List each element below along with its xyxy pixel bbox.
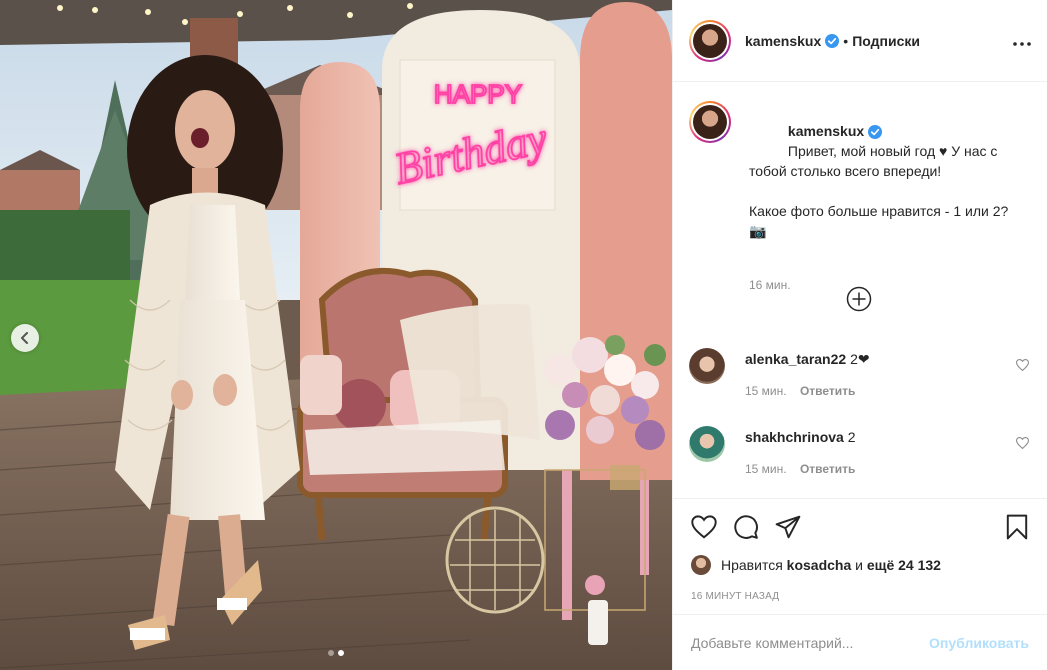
photo-scene: HAPPY Birthday [0,0,672,670]
liked-by-username[interactable]: kosadcha [787,557,852,573]
post-photo: HAPPY Birthday [0,0,672,670]
comment-like-button[interactable] [1015,436,1030,452]
action-bar [673,499,1047,555]
share-button[interactable] [775,515,801,539]
author-avatar[interactable] [689,19,731,62]
post-actions: Нравится kosadcha и ещё 24 132 16 минут … [673,498,1047,602]
comment-text: 2 [847,429,856,445]
more-icon [1013,42,1031,46]
likes-count-button[interactable]: ещё 24 132 [867,557,941,573]
author-username[interactable]: kamenskux [745,33,821,49]
load-more-comments-button[interactable] [846,286,872,312]
verified-badge-icon [825,33,840,48]
reply-button[interactable]: Ответить [800,384,855,398]
comment-button[interactable] [733,514,759,540]
caption-username[interactable]: kamenskux [788,123,864,139]
liker-avatar[interactable] [691,555,711,575]
comment-timestamp[interactable]: 15 мин. [745,384,787,398]
caption-avatar-image [693,105,727,139]
comment-item: alenka_taran22 2❤ 15 мин. Ответить [689,348,1031,398]
comments-list[interactable]: kamenskux Привет, мой новый год ♥ У нас … [673,83,1047,497]
share-icon [775,515,801,539]
comment-text: 2❤ [850,351,870,367]
heart-icon [691,515,717,539]
comment-icon [734,515,758,539]
post-side-panel: kamenskux • Подписки kamenskux Привет, м… [672,0,1047,670]
caption-author-avatar[interactable] [689,101,731,143]
reply-button[interactable]: Ответить [800,462,855,476]
verified-badge-icon [868,125,883,140]
carousel-dot-active [338,650,344,656]
publish-comment-button[interactable]: Опубликовать [929,635,1029,651]
save-button[interactable] [1005,514,1029,540]
commenter-avatar[interactable] [689,348,725,384]
likes-connector: и [855,557,863,573]
more-options-button[interactable] [1013,29,1031,52]
neon-happy: HAPPY [434,79,522,109]
post-header: kamenskux • Подписки [673,0,1047,82]
likes-prefix: Нравится [721,557,783,573]
comment-like-button[interactable] [1015,358,1030,374]
carousel-indicator [328,650,344,656]
comment-input[interactable] [691,634,930,651]
bookmark-icon [1006,514,1028,540]
commenter-username[interactable]: shakhchrinova [745,429,844,445]
add-comment-bar: Опубликовать [673,614,1047,670]
like-button[interactable] [691,515,717,539]
post-caption: kamenskux Привет, мой новый год ♥ У нас … [673,83,1047,295]
caption-timestamp[interactable]: 16 мин. [749,275,1019,295]
heart-icon [1015,359,1030,372]
comment-timestamp[interactable]: 15 мин. [745,462,787,476]
heart-icon [1015,437,1030,450]
caption-text: Привет, мой новый год ♥ У нас с тобой ст… [749,143,1009,239]
carousel-dot [328,650,334,656]
add-circle-icon [846,286,872,312]
commenter-username[interactable]: alenka_taran22 [745,351,846,367]
author-avatar-image [693,23,727,58]
header-separator: • [843,32,849,49]
comment-item: shakhchrinova 2 15 мин. Ответить [689,426,1031,476]
commenter-avatar[interactable] [689,426,725,462]
likes-summary: Нравится kosadcha и ещё 24 132 [673,555,1047,575]
follow-status-button[interactable]: Подписки [852,33,920,49]
post-timestamp[interactable]: 16 минут назад [673,591,1047,602]
chevron-left-icon [21,332,28,344]
carousel-prev-button[interactable] [11,324,39,352]
